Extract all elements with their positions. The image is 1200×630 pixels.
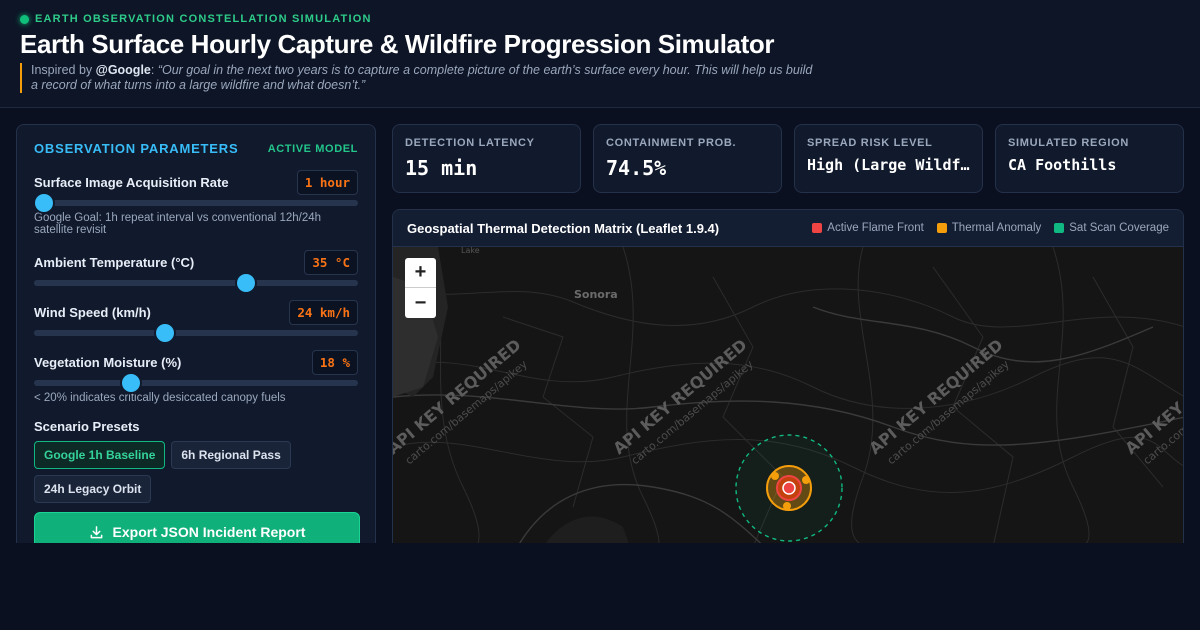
panel-title: OBSERVATION PARAMETERS [34, 141, 239, 156]
param-value: 24 km/h [289, 299, 358, 325]
app-header: EARTH OBSERVATION CONSTELLATION SIMULATI… [0, 0, 1200, 108]
param-label: Vegetation Moisture (%) [34, 354, 182, 370]
preset-6h-regional-pass[interactable]: 6h Regional Pass [171, 441, 291, 469]
kpi-label: CONTAINMENT PROB. [606, 137, 737, 149]
preset-chips: Google 1h Baseline 6h Regional Pass 24h … [34, 441, 304, 503]
param-ambient-temperature: Ambient Temperature (°C) 35 °C [34, 249, 358, 292]
eyebrow-text: EARTH OBSERVATION CONSTELLATION SIMULATI… [35, 13, 372, 25]
inspiration-quote: Inspired by @Google: “Our goal in the ne… [20, 63, 820, 93]
page-footer-blank [0, 543, 1200, 630]
preset-24h-legacy-orbit[interactable]: 24h Legacy Orbit [34, 475, 152, 503]
kpi-row: DETECTION LATENCY 15 min CONTAINMENT PRO… [392, 124, 1184, 193]
kpi-containment-probability: CONTAINMENT PROB. 74.5% [593, 124, 782, 193]
quote-prefix: Inspired by [31, 63, 96, 77]
presets-label: Scenario Presets [34, 419, 140, 434]
zoom-out-button[interactable]: − [405, 288, 436, 318]
thermal-detection-map-card: Geospatial Thermal Detection Matrix (Lea… [392, 209, 1184, 554]
map-title: Geospatial Thermal Detection Matrix (Lea… [407, 220, 720, 236]
observation-parameters-panel: OBSERVATION PARAMETERS ACTIVE MODEL Surf… [16, 124, 376, 554]
legend-label: Thermal Anomaly [951, 222, 1042, 234]
map-header: Geospatial Thermal Detection Matrix (Lea… [393, 210, 1183, 247]
param-note: Google Goal: 1h repeat interval vs conve… [34, 212, 322, 236]
param-note: < 20% indicates critically desiccated ca… [34, 392, 286, 404]
param-value: 18 % [311, 349, 358, 375]
kpi-label: SPREAD RISK LEVEL [807, 137, 933, 149]
slider-thumb[interactable] [237, 274, 256, 292]
param-label: Ambient Temperature (°C) [34, 254, 195, 270]
legend-swatch [812, 223, 823, 233]
thermal-hotspot[interactable] [771, 472, 779, 480]
eyebrow: EARTH OBSERVATION CONSTELLATION SIMULATI… [20, 13, 372, 25]
kpi-value: High (Large Wildfire) [807, 156, 970, 174]
zoom-in-button[interactable]: + [405, 258, 436, 288]
active-model-badge: ACTIVE MODEL [267, 142, 358, 155]
status-dot-icon [20, 14, 29, 24]
param-value: 35 °C [304, 249, 358, 275]
page-title: Earth Surface Hourly Capture & Wildfire … [20, 29, 775, 59]
param-acquisition-rate: Surface Image Acquisition Rate 1 hour Go… [34, 169, 358, 236]
vegetation-moisture-slider[interactable] [34, 374, 358, 392]
slider-thumb[interactable] [34, 194, 53, 212]
legend-active-flame-front: Active Flame Front [812, 222, 924, 234]
legend-swatch [936, 223, 947, 233]
kpi-label: SIMULATED REGION [1008, 137, 1129, 149]
kpi-label: DETECTION LATENCY [405, 137, 535, 149]
fire-origin-point[interactable] [782, 481, 796, 495]
legend-swatch [1054, 223, 1065, 233]
kpi-simulated-region: SIMULATED REGION CA Foothills [995, 124, 1184, 193]
thermal-hotspot[interactable] [783, 502, 791, 510]
kpi-detection-latency: DETECTION LATENCY 15 min [392, 124, 581, 193]
kpi-value: 15 min [405, 156, 478, 180]
legend-sat-scan-coverage: Sat Scan Coverage [1054, 222, 1169, 234]
map-legend: Active Flame Front Thermal Anomaly Sat S… [812, 222, 1169, 234]
legend-thermal-anomaly: Thermal Anomaly [936, 222, 1042, 234]
zoom-control: + − [405, 258, 436, 318]
kpi-spread-risk-level: SPREAD RISK LEVEL High (Large Wildfire) [794, 124, 983, 193]
param-label: Surface Image Acquisition Rate [34, 174, 229, 190]
kpi-value: CA Foothills [1008, 156, 1117, 174]
export-label: Export JSON Incident Report [112, 524, 306, 540]
acquisition-rate-slider[interactable] [34, 194, 358, 212]
basemap-tiles: Sonora Lake API KEY REQUIRED carto.com/b… [393, 247, 1183, 553]
download-icon [90, 525, 102, 538]
quote-sep: : [150, 63, 158, 77]
thermal-hotspot[interactable] [802, 476, 810, 484]
slider-thumb[interactable] [122, 374, 141, 392]
map-canvas[interactable]: Sonora Lake API KEY REQUIRED carto.com/b… [393, 247, 1183, 553]
scenario-presets: Scenario Presets Google 1h Baseline 6h R… [34, 419, 358, 503]
panel-header: OBSERVATION PARAMETERS ACTIVE MODEL [34, 141, 358, 156]
slider-thumb[interactable] [156, 324, 175, 342]
kpi-value: 74.5% [606, 156, 667, 180]
wind-speed-slider[interactable] [34, 324, 358, 342]
quote-handle: @Google [95, 63, 151, 77]
place-label-sonora: Sonora [574, 288, 618, 301]
legend-label: Active Flame Front [827, 222, 924, 234]
temperature-slider[interactable] [34, 274, 358, 292]
param-wind-speed: Wind Speed (km/h) 24 km/h [34, 299, 358, 342]
legend-label: Sat Scan Coverage [1069, 222, 1169, 234]
preset-google-1h-baseline[interactable]: Google 1h Baseline [34, 441, 166, 469]
param-vegetation-moisture: Vegetation Moisture (%) 18 % < 20% indic… [34, 349, 358, 404]
place-label-lake: Lake [461, 247, 480, 255]
param-value: 1 hour [296, 169, 358, 195]
param-label: Wind Speed (km/h) [34, 304, 151, 320]
